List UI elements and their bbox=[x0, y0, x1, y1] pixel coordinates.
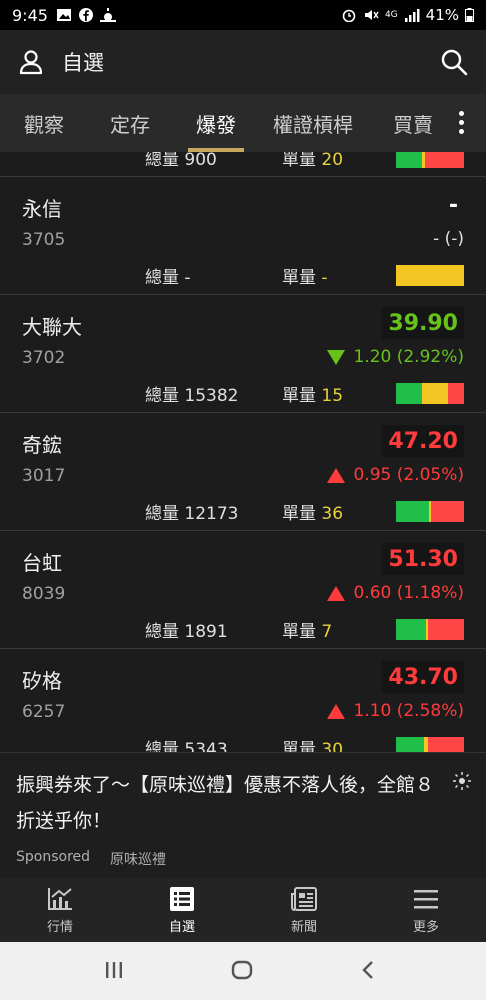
unit-label: 單量 36 bbox=[282, 504, 344, 524]
unit-label: 單量 15 bbox=[282, 386, 344, 406]
up-arrow-icon bbox=[327, 467, 346, 483]
stock-list[interactable]: 總量 900 單量 20 永信 3705 - - (-) 總量 - 單量 - 大… bbox=[0, 152, 486, 752]
stock-code: 3017 bbox=[22, 466, 66, 486]
stock-name: 台虹 bbox=[22, 551, 62, 575]
nav-more-label: 更多 bbox=[412, 920, 439, 935]
stock-name: 永信 bbox=[22, 197, 62, 221]
stock-price: 47.20 bbox=[382, 425, 464, 457]
volume-ratio-bar bbox=[396, 619, 464, 640]
nav-quotes[interactable]: 行情 bbox=[20, 886, 100, 935]
stock-code: 3705 bbox=[22, 230, 66, 250]
watchlist-tabs: 觀察 定存 爆發 權證槓桿 買賣 bbox=[0, 94, 486, 152]
volume-label: 總量 - bbox=[145, 268, 191, 288]
stock-row[interactable]: 永信 3705 - - (-) 總量 - 單量 - bbox=[0, 177, 486, 295]
stock-price: 43.70 bbox=[382, 661, 464, 693]
status-system-icons: 4G 41% bbox=[341, 6, 474, 24]
page-title: 自選 bbox=[62, 51, 104, 75]
unit-label: 單量 20 bbox=[282, 152, 344, 170]
menu-icon bbox=[414, 890, 438, 909]
tab-warrant[interactable]: 權證槓桿 bbox=[273, 94, 353, 152]
stock-price: - bbox=[448, 192, 458, 218]
stock-name: 大聯大 bbox=[22, 315, 82, 339]
unit-label: 單量 30 bbox=[282, 740, 344, 752]
stock-row[interactable]: 總量 900 單量 20 bbox=[0, 152, 486, 177]
tab-trade[interactable]: 買賣 bbox=[393, 94, 433, 152]
stock-row[interactable]: 台虹 8039 51.30 0.60 (1.18%) 總量 1891 單量 7 bbox=[0, 531, 486, 649]
alarm-icon bbox=[342, 9, 356, 22]
bottom-navigation: 行情 自選 新聞 更多 bbox=[0, 878, 486, 942]
back-icon[interactable] bbox=[358, 958, 378, 982]
user-icon[interactable] bbox=[18, 49, 44, 75]
facebook-icon bbox=[78, 8, 93, 22]
news-icon bbox=[291, 887, 317, 911]
tab-deposit[interactable]: 定存 bbox=[110, 94, 150, 152]
nav-watchlist[interactable]: 自選 bbox=[142, 886, 222, 935]
ad-choices-icon[interactable] bbox=[452, 771, 472, 791]
sponsored-ad[interactable]: 振興券來了～【原味巡禮】優惠不落人後，全館８折送乎你！ Sponsored 原味… bbox=[0, 752, 486, 878]
more-tabs-icon[interactable] bbox=[459, 111, 464, 134]
nav-news-label: 新聞 bbox=[290, 920, 317, 935]
nav-quotes-label: 行情 bbox=[46, 920, 73, 935]
volume-label: 總量 900 bbox=[145, 152, 217, 170]
unit-label: 單量 7 bbox=[282, 622, 333, 642]
stock-code: 6257 bbox=[22, 702, 66, 722]
chart-icon bbox=[48, 888, 72, 910]
volume-ratio-bar bbox=[396, 152, 464, 168]
network-type: 4G bbox=[384, 9, 398, 20]
stock-change: 1.20 (2.92%) bbox=[327, 347, 464, 367]
stock-price: 39.90 bbox=[382, 307, 464, 339]
stock-name: 奇鋐 bbox=[22, 433, 62, 457]
volume-label: 總量 15382 bbox=[145, 386, 239, 406]
stock-change: 0.95 (2.05%) bbox=[327, 465, 464, 485]
weather-icon bbox=[99, 8, 116, 22]
nav-more[interactable]: 更多 bbox=[386, 886, 466, 935]
stock-code: 3702 bbox=[22, 348, 66, 368]
ad-brand[interactable]: 原味巡禮 bbox=[110, 849, 166, 869]
down-arrow-icon bbox=[327, 349, 346, 365]
volume-label: 總量 5343 bbox=[145, 740, 228, 752]
volume-ratio-bar bbox=[396, 501, 464, 522]
stock-row[interactable]: 大聯大 3702 39.90 1.20 (2.92%) 總量 15382 單量 … bbox=[0, 295, 486, 413]
recent-apps-icon[interactable] bbox=[104, 958, 124, 982]
stock-change: - (-) bbox=[433, 229, 464, 249]
battery-icon bbox=[465, 8, 474, 22]
sponsored-label: Sponsored bbox=[16, 849, 91, 865]
stock-change: 0.60 (1.18%) bbox=[327, 583, 464, 603]
stock-price: 51.30 bbox=[382, 543, 464, 575]
volume-ratio-bar bbox=[396, 265, 464, 286]
volume-ratio-bar bbox=[396, 383, 464, 404]
status-notification-icons bbox=[56, 8, 116, 22]
volume-label: 總量 12173 bbox=[145, 504, 239, 524]
gallery-icon bbox=[56, 9, 71, 21]
search-icon[interactable] bbox=[440, 48, 468, 76]
status-bar: 9:45 4G 41% bbox=[0, 0, 486, 30]
home-icon[interactable] bbox=[230, 958, 254, 982]
stock-row[interactable]: 矽格 6257 43.70 1.10 (2.58%) 總量 5343 單量 30 bbox=[0, 649, 486, 752]
signal-icon bbox=[404, 9, 420, 22]
up-arrow-icon bbox=[327, 703, 346, 719]
stock-row[interactable]: 奇鋐 3017 47.20 0.95 (2.05%) 總量 12173 單量 3… bbox=[0, 413, 486, 531]
tab-watch[interactable]: 觀察 bbox=[24, 94, 64, 152]
status-time: 9:45 bbox=[12, 5, 48, 25]
stock-name: 矽格 bbox=[22, 669, 62, 693]
volume-ratio-bar bbox=[396, 737, 464, 752]
volume-label: 總量 1891 bbox=[145, 622, 228, 642]
battery-percent: 41% bbox=[425, 6, 459, 24]
system-navigation-bar bbox=[0, 942, 486, 1000]
nav-news[interactable]: 新聞 bbox=[264, 886, 344, 935]
ad-text[interactable]: 振興券來了～【原味巡禮】優惠不落人後，全館８折送乎你！ bbox=[16, 767, 436, 839]
mute-icon bbox=[364, 10, 379, 20]
nav-watchlist-label: 自選 bbox=[168, 920, 195, 935]
unit-label: 單量 - bbox=[282, 268, 328, 288]
stock-change: 1.10 (2.58%) bbox=[327, 701, 464, 721]
app-header: 自選 bbox=[0, 30, 486, 94]
stock-code: 8039 bbox=[22, 584, 66, 604]
list-icon bbox=[170, 887, 194, 911]
up-arrow-icon bbox=[327, 585, 346, 601]
tab-burst[interactable]: 爆發 bbox=[188, 94, 244, 152]
